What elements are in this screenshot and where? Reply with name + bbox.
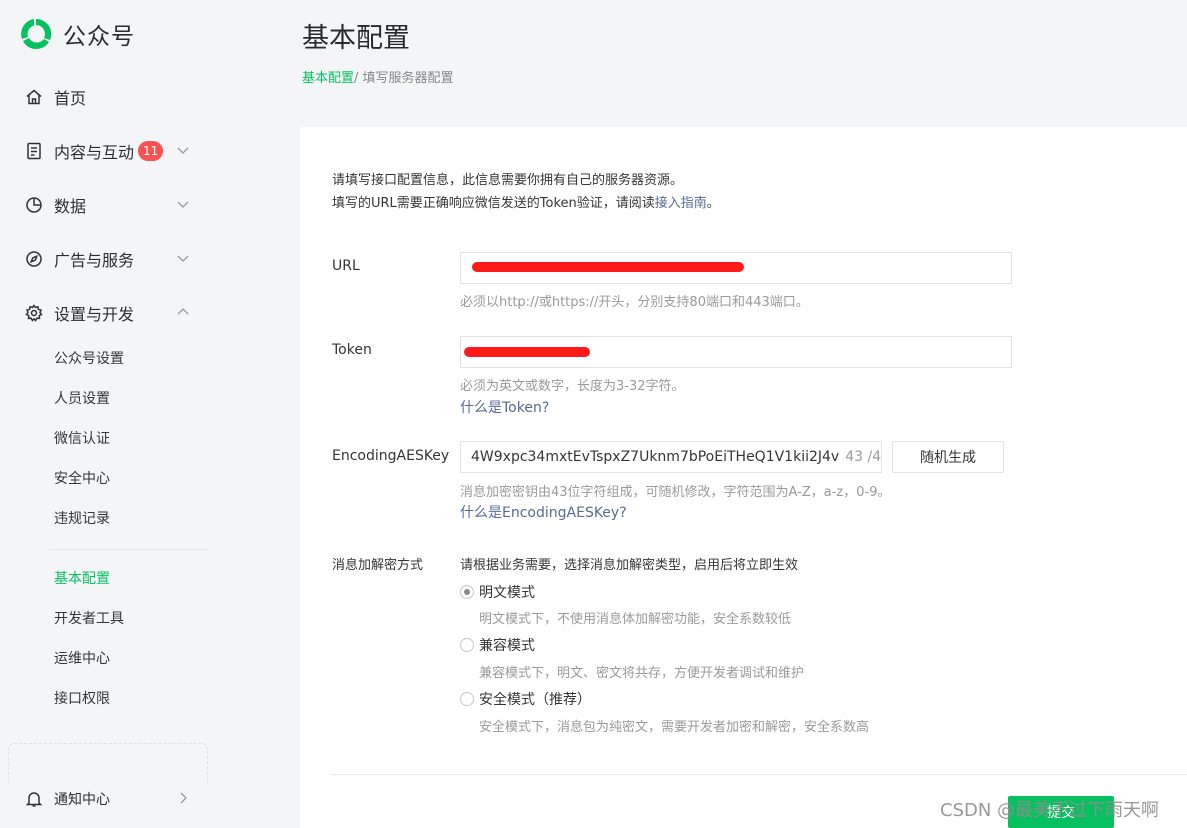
random-generate-button[interactable]: 随机生成 [892,441,1004,473]
compatible-mode-desc: 兼容模式下，明文、密文将共存，方便开发者调试和维护 [479,666,805,681]
page-title: 基本配置 [302,23,410,54]
access-guide-link[interactable]: 接入指南 [655,196,707,211]
nav-item-notifications[interactable]: 通知中心 [24,785,194,813]
config-panel: 请填写接口配置信息，此信息需要你拥有自己的服务器资源。 填写的URL需要正确响应… [300,127,1187,828]
nav-item-settings-dev[interactable]: 设置与开发 [24,299,194,327]
form-divider [330,774,1187,775]
nav-label: 首页 [54,89,87,108]
radio-plaintext-mode[interactable]: 明文模式 [460,582,535,602]
unread-badge: 11 [138,141,164,161]
sidebar: 公众号 首页 内容与互动 11 数据 广告与服务 设置与开发 公众号设置 人员设… [0,0,220,828]
token-hint: 必须为英文或数字，长度为3-32字符。 [460,379,685,394]
sidebar-dashed-box [8,743,208,783]
sub-item-api-permissions[interactable]: 接口权限 [54,689,110,709]
aes-label: EncodingAESKey [332,448,450,464]
url-label: URL [332,258,360,274]
encrypt-desc: 请根据业务需要，选择消息加解密类型，启用后将立即生效 [460,558,799,573]
what-is-token-link[interactable]: 什么是Token? [460,397,549,417]
secure-mode-desc: 安全模式下，消息包为纯密文，需要开发者加密和解密，安全系数高 [479,720,870,735]
sidebar-divider [50,549,208,550]
plaintext-mode-desc: 明文模式下，不使用消息体加解密功能，安全系数较低 [479,612,792,627]
chevron-down-icon[interactable] [176,197,190,211]
intro-prefix: 填写的URL需要正确响应微信发送的Token验证，请阅读 [332,196,655,211]
gear-icon [24,303,44,323]
nav-label: 广告与服务 [54,251,135,270]
watermark: CSDN @最美不过下雨天啊 [940,800,1160,821]
sub-item-security-center[interactable]: 安全中心 [54,469,110,489]
nav-label: 数据 [54,197,87,216]
wechat-official-logo-icon [21,18,52,50]
aes-key-value: 4W9xpc34mxtEvTspxZ7Uknm7bPoEiTHeQ1V1kii2… [471,449,840,465]
sub-item-staff-settings[interactable]: 人员设置 [54,389,110,409]
breadcrumb-current: 填写服务器配置 [362,71,454,86]
nav-label: 内容与互动 [54,143,135,162]
radio-button[interactable] [460,638,474,652]
radio-button[interactable] [460,692,474,706]
what-is-aes-key-link[interactable]: 什么是EncodingAESKey? [460,502,627,522]
compass-icon [24,249,44,269]
intro-suffix: 。 [706,196,720,211]
aes-char-count: 43 /43 [845,449,882,465]
radio-button-checked[interactable] [460,585,474,599]
document-icon [24,141,44,161]
radio-compatible-mode[interactable]: 兼容模式 [460,635,535,655]
home-icon [24,87,44,107]
radio-label: 明文模式 [479,585,535,601]
nav-item-ads-services[interactable]: 广告与服务 [24,245,194,273]
chevron-down-icon[interactable] [176,143,190,157]
pie-chart-icon [24,195,44,215]
aes-key-input[interactable]: 4W9xpc34mxtEvTspxZ7Uknm7bPoEiTHeQ1V1kii2… [460,441,882,473]
sub-item-violations[interactable]: 违规记录 [54,509,110,529]
nav-label: 通知中心 [54,792,110,808]
chevron-down-icon[interactable] [176,251,190,265]
sub-item-dev-tools[interactable]: 开发者工具 [54,609,124,629]
sub-item-ops-center[interactable]: 运维中心 [54,649,110,669]
breadcrumb-separator: / [354,71,359,86]
breadcrumb: 基本配置/ 填写服务器配置 [302,67,454,86]
radio-label: 安全模式（推荐） [479,692,591,708]
logo[interactable]: 公众号 [18,16,135,52]
bell-icon [24,789,44,809]
nav-item-content[interactable]: 内容与互动 11 [24,137,194,165]
breadcrumb-link-basic-config[interactable]: 基本配置 [302,71,354,86]
radio-label: 兼容模式 [479,638,535,654]
nav-item-home[interactable]: 首页 [24,83,194,111]
token-label: Token [332,342,372,358]
intro-text: 请填写接口配置信息，此信息需要你拥有自己的服务器资源。 填写的URL需要正确响应… [332,169,720,215]
redaction-mark [472,262,744,272]
url-hint: 必须以http://或https://开头，分别支持80端口和443端口。 [460,295,809,310]
aes-hint: 消息加密密钥由43位字符组成，可随机修改，字符范围为A-Z，a-z，0-9。 [460,485,891,500]
sub-item-wechat-verification[interactable]: 微信认证 [54,429,110,449]
nav-item-data[interactable]: 数据 [24,191,194,219]
radio-secure-mode[interactable]: 安全模式（推荐） [460,689,591,709]
app-name: 公众号 [63,24,135,50]
intro-line-2: 填写的URL需要正确响应微信发送的Token验证，请阅读接入指南。 [332,192,720,215]
intro-line-1: 请填写接口配置信息，此信息需要你拥有自己的服务器资源。 [332,173,684,188]
chevron-right-icon[interactable] [176,791,190,805]
sub-item-account-settings[interactable]: 公众号设置 [54,349,124,369]
sub-item-basic-config[interactable]: 基本配置 [54,569,110,589]
chevron-up-icon[interactable] [176,305,190,319]
nav-label: 设置与开发 [54,305,135,324]
encrypt-label: 消息加解密方式 [332,558,424,573]
redaction-mark [464,347,590,357]
